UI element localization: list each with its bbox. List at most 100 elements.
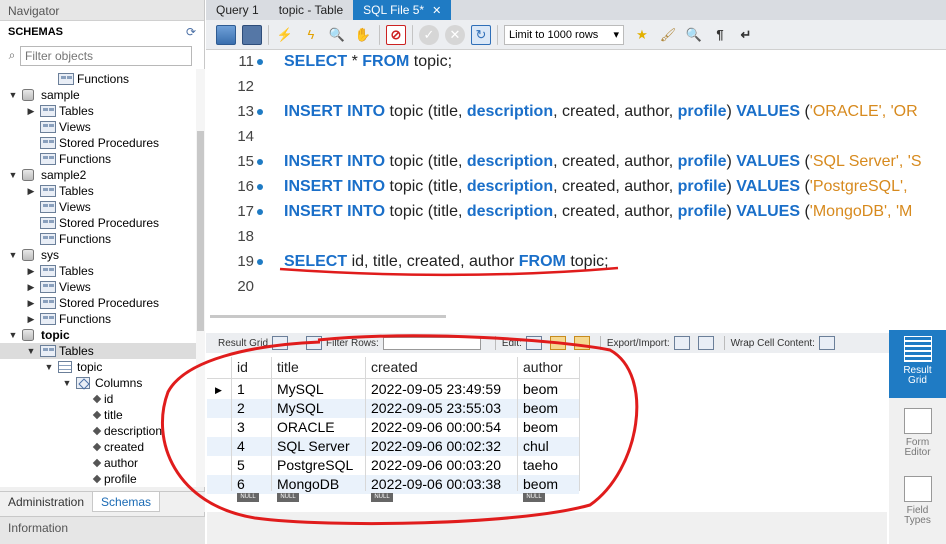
tree-item[interactable]: Functions <box>0 231 196 247</box>
cell-author[interactable]: chul <box>523 437 579 456</box>
chevron-right-icon[interactable]: ▶ <box>26 103 36 119</box>
chevron-down-icon[interactable]: ▼ <box>8 327 18 343</box>
chevron-down-icon[interactable]: ▼ <box>8 87 18 103</box>
table-row[interactable]: 5 PostgreSQL 2022-09-06 00:03:20 taeho <box>207 456 579 475</box>
column-header-author[interactable]: author <box>523 358 579 377</box>
cell-created[interactable]: 2022-09-06 00:02:32 <box>371 437 521 456</box>
tree-item[interactable]: ▼ Columns <box>0 375 196 391</box>
statement-marker-icon[interactable] <box>257 159 263 165</box>
wrap-lines-icon[interactable]: ↵ <box>736 25 756 45</box>
cell-title[interactable]: MySQL <box>277 380 369 399</box>
cell-created[interactable]: 2022-09-05 23:49:59 <box>371 380 521 399</box>
code-line[interactable]: 19 SELECT id, title, created, author FROM… <box>206 251 946 276</box>
table-row[interactable]: 4 SQL Server 2022-09-06 00:02:32 chul <box>207 437 579 456</box>
table-row[interactable]: 1 MySQL 2022-09-05 23:49:59 beom <box>207 380 579 399</box>
code-line[interactable]: 17 INSERT INTO topic (title, description,… <box>206 201 946 226</box>
tree-item[interactable]: description <box>0 423 196 439</box>
statement-marker-icon[interactable] <box>257 59 263 65</box>
open-file-icon[interactable] <box>216 24 236 45</box>
tree-item[interactable]: Functions <box>0 151 196 167</box>
form-editor-button[interactable]: Form Editor <box>889 402 946 470</box>
execute-icon[interactable]: ⚡ <box>275 25 295 45</box>
cell-id[interactable]: 6 <box>237 475 275 494</box>
column-header-created[interactable]: created <box>371 358 521 377</box>
delete-row-icon[interactable] <box>573 336 590 350</box>
column-header-title[interactable]: title <box>277 358 369 377</box>
chevron-right-icon[interactable]: ▶ <box>26 311 36 327</box>
cell-id[interactable]: 5 <box>237 456 275 475</box>
tree-item[interactable]: Functions <box>0 71 196 87</box>
close-icon[interactable]: ✕ <box>432 5 441 17</box>
chevron-down-icon[interactable]: ▼ <box>26 343 36 359</box>
code-line[interactable]: 20 <box>206 276 946 301</box>
toggle-error-icon[interactable]: ⊘ <box>386 24 406 45</box>
chevron-right-icon[interactable]: ▶ <box>26 183 36 199</box>
chevron-down-icon[interactable]: ▼ <box>44 359 54 375</box>
cell-author[interactable]: beom <box>523 418 579 437</box>
statement-marker-icon[interactable] <box>257 259 263 265</box>
cell-created[interactable]: 2022-09-06 00:03:20 <box>371 456 521 475</box>
add-snippet-icon[interactable]: ★ <box>632 25 652 45</box>
explain-icon[interactable]: 🔍 <box>327 25 347 45</box>
chevron-right-icon[interactable]: ▶ <box>26 295 36 311</box>
code-line[interactable]: 11 SELECT * FROM topic; <box>206 51 946 76</box>
code-line[interactable]: 13 INSERT INTO topic (title, description,… <box>206 101 946 126</box>
sql-editor[interactable]: 11 SELECT * FROM topic; 12 13 INSERT INTO to… <box>206 50 946 312</box>
null-badge[interactable]: NULL <box>371 493 393 502</box>
stop-icon[interactable]: ✋ <box>353 25 373 45</box>
null-badge[interactable]: NULL <box>277 493 299 502</box>
tree-item[interactable]: title <box>0 407 196 423</box>
tree-item[interactable]: ▼ sys <box>0 247 196 263</box>
tree-item[interactable]: Stored Procedures <box>0 215 196 231</box>
refresh-icon[interactable]: ⟳ <box>186 25 196 39</box>
cell-id[interactable]: 2 <box>237 399 275 418</box>
invisible-chars-icon[interactable]: ¶ <box>710 25 730 45</box>
import-icon[interactable] <box>697 336 714 350</box>
cell-author[interactable]: taeho <box>523 456 579 475</box>
filter-rows-input[interactable] <box>382 336 481 350</box>
cell-created[interactable]: 2022-09-06 00:03:38 <box>371 475 521 494</box>
beautify-icon[interactable]: 🖌 <box>658 25 678 45</box>
statement-marker-icon[interactable] <box>257 109 263 115</box>
null-badge[interactable]: NULL <box>523 493 545 502</box>
autocommit-icon[interactable]: ↻ <box>471 24 491 45</box>
code-line[interactable]: 18 <box>206 226 946 251</box>
filter-objects-input[interactable] <box>20 46 192 66</box>
cell-id[interactable]: 4 <box>237 437 275 456</box>
grid-icon[interactable] <box>272 336 289 350</box>
chevron-down-icon[interactable]: ▼ <box>8 247 18 263</box>
tab-topic-table[interactable]: topic - Table <box>269 0 353 20</box>
tree-item[interactable]: ▼ topic <box>0 327 196 343</box>
export-icon[interactable] <box>673 336 690 350</box>
save-icon[interactable] <box>242 24 262 45</box>
tree-item[interactable]: Stored Procedures <box>0 135 196 151</box>
insert-row-icon[interactable] <box>549 336 566 350</box>
null-badge[interactable]: NULL <box>237 493 259 502</box>
code-line[interactable]: 15 INSERT INTO topic (title, description,… <box>206 151 946 176</box>
statement-marker-icon[interactable] <box>257 184 263 190</box>
rollback-icon[interactable]: ✕ <box>445 24 465 45</box>
tab-query-1[interactable]: Query 1 <box>206 0 269 20</box>
limit-rows-select[interactable]: Limit to 1000 rows ▾ <box>504 24 624 45</box>
table-row[interactable]: 2 MySQL 2022-09-05 23:55:03 beom <box>207 399 579 418</box>
cell-title[interactable]: SQL Server <box>277 437 369 456</box>
wrap-cell-icon[interactable] <box>818 336 835 350</box>
statement-marker-icon[interactable] <box>257 209 263 215</box>
tree-item[interactable]: ▼ topic <box>0 359 196 375</box>
tree-item[interactable]: Views <box>0 199 196 215</box>
tree-item[interactable]: ▶ Stored Procedures <box>0 295 196 311</box>
code-line[interactable]: 14 <box>206 126 946 151</box>
cell-author[interactable]: beom <box>523 399 579 418</box>
field-types-button[interactable]: Field Types <box>889 470 946 538</box>
tree-item[interactable]: ▶ Tables <box>0 183 196 199</box>
tree-item[interactable]: id <box>0 391 196 407</box>
table-row[interactable]: 6 MongoDB 2022-09-06 00:03:38 beom <box>207 475 579 494</box>
cell-title[interactable]: MySQL <box>277 399 369 418</box>
cell-title[interactable]: PostgreSQL <box>277 456 369 475</box>
tree-item[interactable]: profile <box>0 471 196 487</box>
chevron-right-icon[interactable]: ▶ <box>26 279 36 295</box>
cell-id[interactable]: 3 <box>237 418 275 437</box>
code-line[interactable]: 16 INSERT INTO topic (title, description,… <box>206 176 946 201</box>
result-grid[interactable]: id title created author 1 MySQL 2022-09-05 23:… <box>207 357 587 512</box>
cell-author[interactable]: beom <box>523 380 579 399</box>
